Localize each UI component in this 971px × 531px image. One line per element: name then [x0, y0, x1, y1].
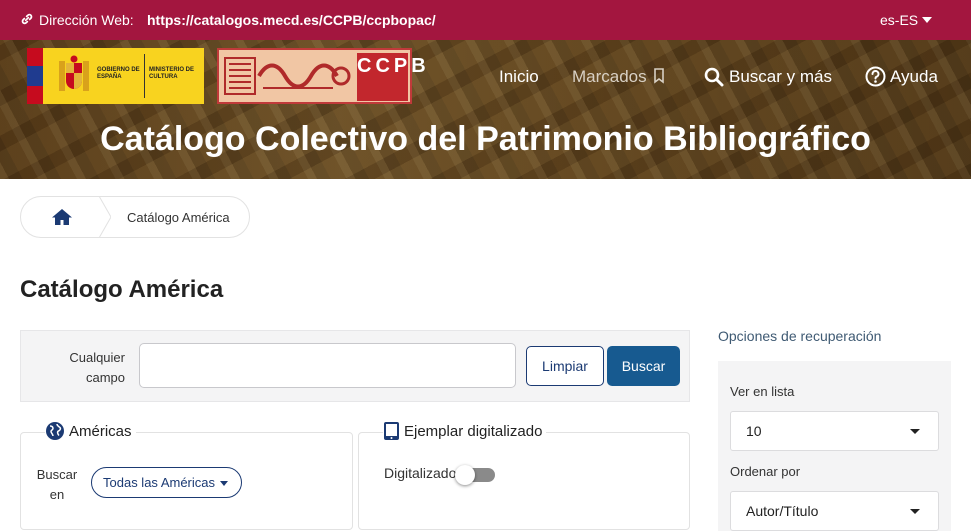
- americas-dropdown[interactable]: Todas las Américas: [91, 467, 242, 498]
- address-url[interactable]: https://catalogos.mecd.es/CCPB/ccpbopac/: [147, 12, 436, 28]
- digital-filter: Ejemplar digitalizado Digitalizado: [358, 421, 690, 530]
- ministry-name: MINISTERIO DE CULTURA: [149, 67, 195, 80]
- nav-buscar[interactable]: Buscar y más: [729, 67, 832, 87]
- coat-of-arms-icon: [59, 55, 89, 91]
- americas-heading: Américas: [45, 421, 136, 441]
- address-label: Dirección Web:: [39, 12, 134, 28]
- list-size-select[interactable]: 10: [730, 411, 939, 451]
- gov-name: GOBIERNO DE ESPAÑA: [97, 67, 140, 80]
- breadcrumb-separator: [99, 196, 111, 238]
- ccpb-letters: CCPB: [357, 53, 426, 101]
- search-button[interactable]: Buscar: [607, 346, 680, 386]
- breadcrumb-current: Catálogo América: [127, 210, 230, 225]
- home-icon[interactable]: [51, 208, 73, 226]
- header-banner: GOBIERNO DE ESPAÑA MINISTERIO DE CULTURA…: [0, 40, 971, 179]
- nav-ayuda[interactable]: Ayuda: [890, 67, 938, 87]
- bookmark-icon[interactable]: [653, 68, 665, 84]
- emblem-icon: [224, 57, 351, 95]
- americas-title: Américas: [69, 422, 132, 440]
- search-input[interactable]: [139, 343, 516, 388]
- site-title: Catálogo Colectivo del Patrimonio Biblio…: [100, 120, 871, 158]
- sort-label: Ordenar por: [730, 464, 801, 479]
- eu-flag-strip: [27, 48, 43, 104]
- page-title: Catálogo América: [20, 276, 224, 303]
- buscar-en-label: Buscar en: [36, 467, 78, 502]
- americas-filter: Américas Buscar en Todas las Américas: [20, 421, 353, 530]
- options-title: Opciones de recuperación: [718, 328, 882, 344]
- ccpb-logo[interactable]: CCPB: [217, 48, 426, 104]
- government-logo[interactable]: GOBIERNO DE ESPAÑA MINISTERIO DE CULTURA: [27, 48, 204, 104]
- search-panel: Cualquier campo Limpiar Buscar: [20, 330, 690, 402]
- address-bar: Dirección Web: https://catalogos.mecd.es…: [0, 0, 971, 40]
- globe-icon: [46, 422, 64, 440]
- options-panel: Ver en lista 10 Ordenar por Autor/Título: [718, 361, 951, 531]
- chevron-down-icon: [220, 481, 228, 486]
- nav-inicio[interactable]: Inicio: [499, 67, 539, 87]
- list-size-value: 10: [746, 423, 762, 439]
- chevron-down-icon[interactable]: [922, 17, 932, 23]
- help-icon[interactable]: [865, 66, 886, 87]
- digitalizado-label: Digitalizado: [384, 465, 457, 481]
- nav-marcados[interactable]: Marcados: [572, 67, 647, 87]
- tablet-icon: [384, 422, 399, 440]
- digital-heading: Ejemplar digitalizado: [383, 421, 547, 441]
- sort-value: Autor/Título: [746, 503, 819, 519]
- clear-button[interactable]: Limpiar: [526, 346, 604, 386]
- breadcrumb: Catálogo América: [20, 196, 250, 238]
- digitalizado-toggle[interactable]: [455, 465, 495, 485]
- list-size-label: Ver en lista: [730, 384, 795, 399]
- chevron-down-icon: [910, 429, 920, 434]
- search-icon[interactable]: [704, 67, 724, 87]
- language-selector[interactable]: es-ES: [880, 12, 918, 28]
- chevron-down-icon: [910, 509, 920, 514]
- logo-divider: [144, 54, 145, 98]
- americas-dropdown-value: Todas las Américas: [103, 475, 215, 490]
- link-icon: [21, 13, 33, 25]
- sort-select[interactable]: Autor/Título: [730, 491, 939, 531]
- field-label: Cualquier campo: [69, 350, 125, 385]
- digital-title: Ejemplar digitalizado: [404, 422, 543, 440]
- toggle-knob: [455, 465, 475, 485]
